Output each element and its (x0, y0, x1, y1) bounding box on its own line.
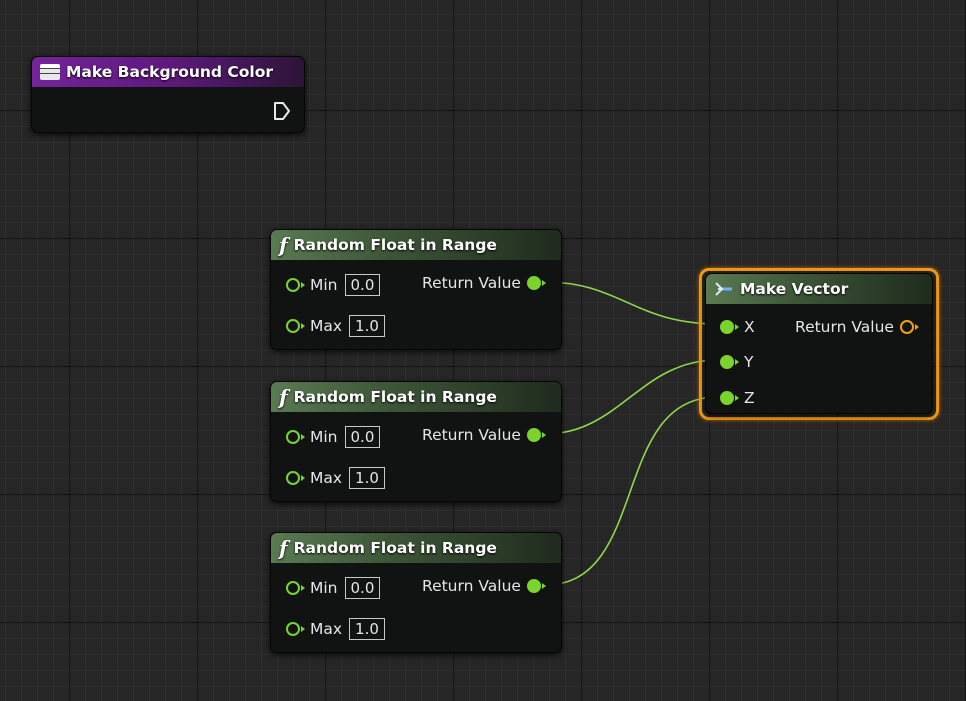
struct-icon (40, 64, 60, 80)
node-header[interactable]: f Random Float in Range (271, 382, 561, 412)
return-value-pin[interactable] (526, 276, 546, 290)
min-label: Min (310, 428, 338, 446)
min-label: Min (310, 579, 338, 597)
return-output-row: Return Value (795, 318, 919, 336)
y-input-row: Y (720, 353, 753, 371)
return-output-row: Return Value (422, 274, 546, 292)
min-input-row: Min 0.0 (286, 274, 381, 296)
min-pin[interactable] (286, 278, 305, 292)
x-pin[interactable] (720, 320, 739, 334)
node-header[interactable]: Make Vector (706, 274, 932, 304)
return-label: Return Value (795, 318, 894, 336)
return-value-pin[interactable] (526, 428, 546, 442)
min-label: Min (310, 276, 338, 294)
return-value-pin[interactable] (526, 579, 546, 593)
y-pin[interactable] (720, 355, 739, 369)
node-title: Random Float in Range (293, 236, 497, 254)
return-label: Return Value (422, 577, 521, 595)
max-value-field[interactable]: 1.0 (349, 315, 385, 337)
min-value-field[interactable]: 0.0 (344, 274, 381, 296)
min-pin[interactable] (286, 581, 305, 595)
z-label: Z (744, 389, 755, 407)
min-input-row: Min 0.0 (286, 577, 381, 599)
min-input-row: Min 0.0 (286, 426, 381, 448)
max-pin[interactable] (286, 471, 305, 485)
wire-return-to-y[interactable] (544, 359, 719, 435)
node-title: Make Background Color (66, 63, 274, 81)
node-title: Random Float in Range (293, 388, 497, 406)
max-label: Max (310, 469, 343, 487)
random-float-node[interactable]: f Random Float in Range Min 0.0 Return V… (270, 532, 562, 653)
min-value-field[interactable]: 0.0 (344, 426, 381, 448)
node-header[interactable]: f Random Float in Range (271, 533, 561, 563)
max-pin[interactable] (286, 622, 305, 636)
x-label: X (744, 318, 755, 336)
min-value-field[interactable]: 0.0 (344, 577, 381, 599)
vector-return-pin[interactable] (899, 320, 919, 334)
function-icon: f (279, 385, 288, 409)
wire-return-to-z[interactable] (544, 396, 719, 586)
max-input-row: Max 1.0 (286, 618, 385, 640)
make-vector-node[interactable]: Make Vector X Return Value Y Z (705, 273, 933, 414)
function-icon: f (279, 233, 288, 257)
return-label: Return Value (422, 426, 521, 444)
random-float-node[interactable]: f Random Float in Range Min 0.0 Return V… (270, 229, 562, 350)
wire-return-to-x[interactable] (544, 281, 719, 325)
max-input-row: Max 1.0 (286, 315, 385, 337)
node-title: Make Vector (740, 280, 849, 298)
random-float-node[interactable]: f Random Float in Range Min 0.0 Return V… (270, 381, 562, 502)
x-input-row: X (720, 318, 755, 336)
node-header[interactable]: Make Background Color (32, 57, 304, 87)
exec-pin-icon[interactable] (272, 100, 292, 122)
make-background-color-node[interactable]: Make Background Color (31, 56, 305, 133)
function-icon: f (279, 536, 288, 560)
max-label: Max (310, 620, 343, 638)
min-pin[interactable] (286, 430, 305, 444)
make-icon (715, 282, 732, 296)
y-label: Y (744, 353, 754, 371)
return-output-row: Return Value (422, 577, 546, 595)
z-pin[interactable] (720, 391, 739, 405)
max-value-field[interactable]: 1.0 (349, 467, 385, 489)
z-input-row: Z (720, 389, 755, 407)
node-header[interactable]: f Random Float in Range (271, 230, 561, 260)
return-label: Return Value (422, 274, 521, 292)
max-value-field[interactable]: 1.0 (349, 618, 385, 640)
node-title: Random Float in Range (293, 539, 497, 557)
max-label: Max (310, 317, 343, 335)
max-pin[interactable] (286, 319, 305, 333)
max-input-row: Max 1.0 (286, 467, 385, 489)
return-output-row: Return Value (422, 426, 546, 444)
